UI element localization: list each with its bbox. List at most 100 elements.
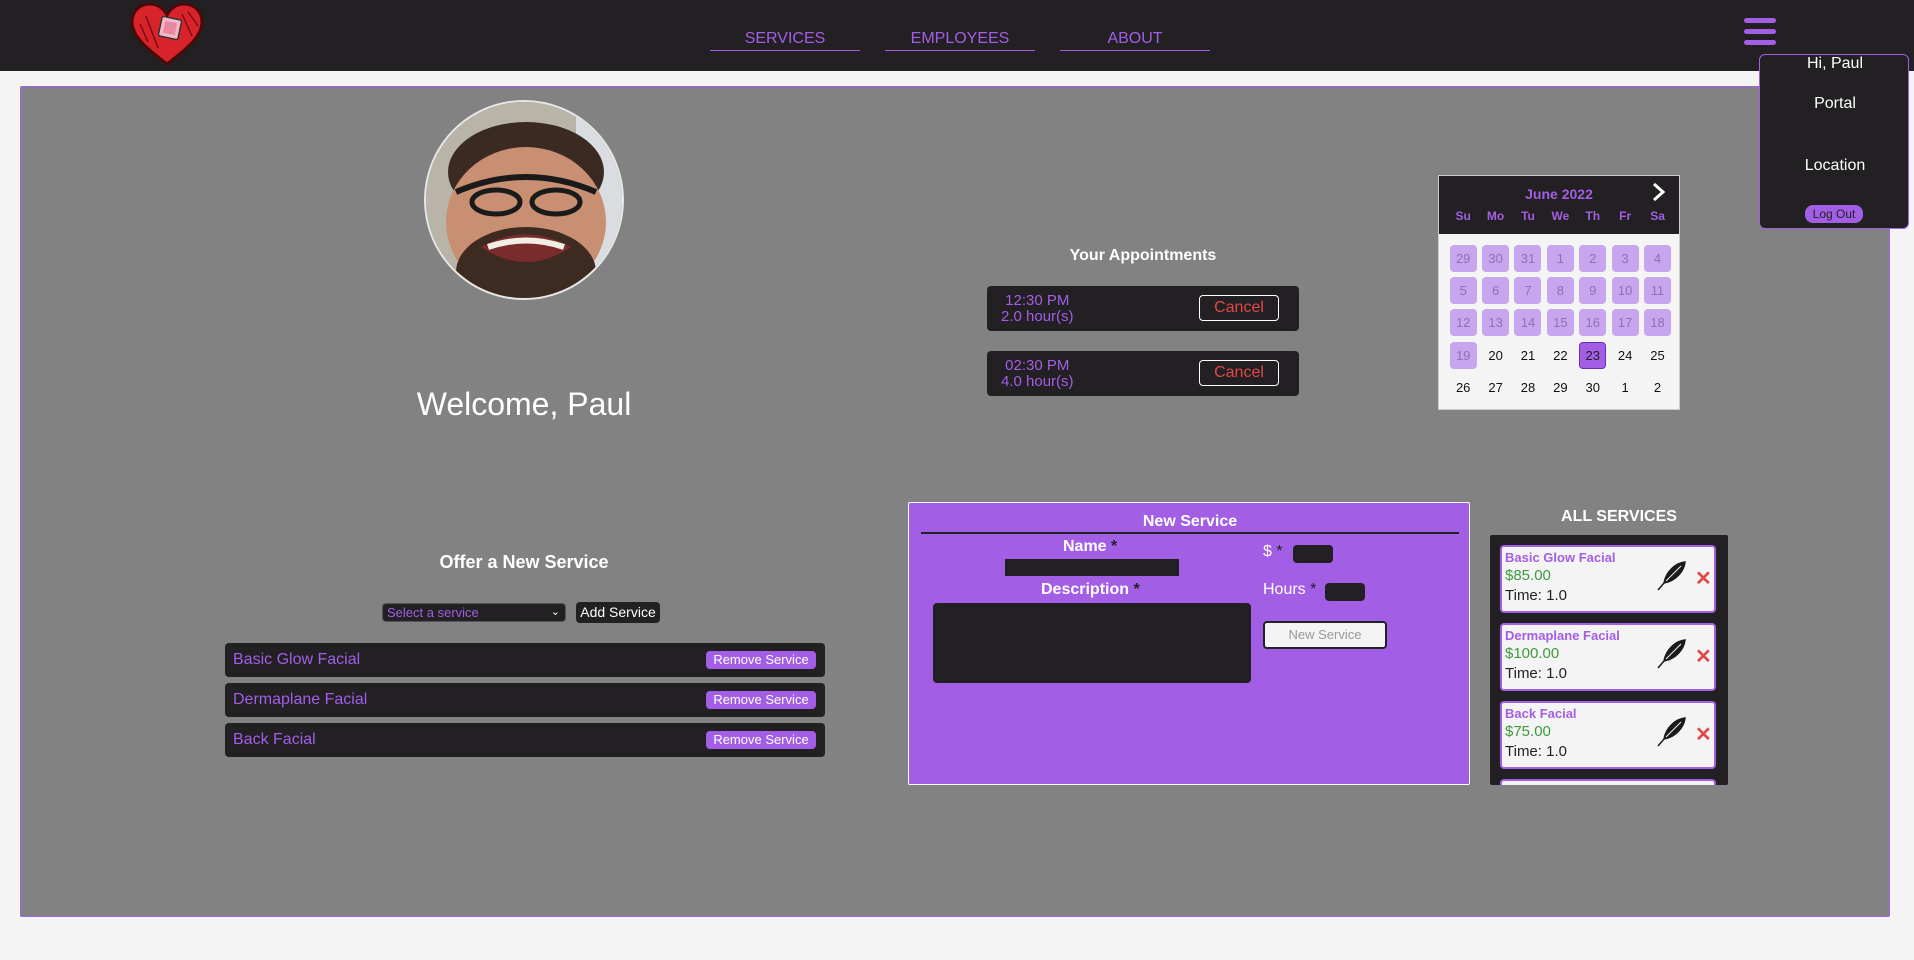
calendar-day[interactable]: 22 [1544, 339, 1576, 371]
cancel-appointment-button[interactable]: Cancel [1199, 360, 1279, 386]
calendar-day-number: 12 [1449, 309, 1477, 337]
appointment-card: 02:30 PM 4.0 hour(s) Cancel [987, 351, 1299, 396]
calendar-weekday: We [1551, 209, 1570, 223]
calendar-day[interactable]: 23 [1577, 339, 1609, 371]
hamburger-menu-icon[interactable] [1744, 18, 1776, 46]
calendar-day-number: 10 [1611, 277, 1639, 305]
hours-label-text: Hours [1263, 581, 1306, 598]
service-card: Basic Glow Facial $85.00 Time: 1.0 ✕ [1500, 545, 1716, 613]
calendar-day-number: 15 [1546, 309, 1574, 337]
service-card-partial [1500, 779, 1716, 785]
required-mark: * [1111, 538, 1118, 555]
calendar-day: 19 [1447, 339, 1479, 371]
remove-service-button[interactable]: Remove Service [706, 691, 816, 709]
service-card-price: $100.00 [1505, 645, 1560, 662]
calendar-day-number: 28 [1520, 380, 1536, 396]
hours-input[interactable] [1325, 583, 1365, 601]
name-label: Name * [1063, 538, 1117, 556]
service-select[interactable]: Select a service ⌄ [382, 603, 566, 622]
required-mark: * [1133, 581, 1140, 598]
calendar-day-number: 1 [1546, 244, 1574, 272]
calendar-day-number: 2 [1653, 380, 1662, 396]
calendar-day[interactable]: 2 [1641, 372, 1673, 404]
calendar-day: 12 [1447, 307, 1479, 339]
price-label-text: $ [1263, 543, 1272, 560]
appointment-info: 02:30 PM 4.0 hour(s) [1001, 358, 1074, 390]
calendar-day-number: 19 [1449, 341, 1477, 369]
delete-x-icon[interactable]: ✕ [1695, 569, 1712, 589]
chevron-right-icon[interactable] [1651, 182, 1667, 208]
calendar-day[interactable]: 28 [1512, 372, 1544, 404]
calendar-day-number: 29 [1449, 244, 1477, 272]
calendar-day-number: 27 [1488, 380, 1503, 396]
calendar-day[interactable]: 21 [1512, 339, 1544, 371]
name-input[interactable] [1005, 559, 1179, 576]
calendar-day-number: 30 [1482, 244, 1510, 272]
nav-services[interactable]: SERVICES [710, 28, 860, 51]
calendar-day[interactable]: 26 [1447, 372, 1479, 404]
cancel-appointment-button[interactable]: Cancel [1199, 295, 1279, 321]
calendar-day: 31 [1512, 242, 1544, 274]
calendar-day-number: 1 [1621, 380, 1629, 396]
offered-service-row: Back Facial Remove Service [225, 723, 825, 757]
calendar-grid: 29 30 31 1 2 3 4 5 6 7 8 9 10 11 12 13 14 15 16 17 18 19 20 21 2… [1447, 242, 1674, 404]
quill-edit-icon[interactable] [1654, 715, 1688, 749]
remove-service-button[interactable]: Remove Service [706, 651, 816, 669]
offered-service-name: Basic Glow Facial [233, 651, 361, 668]
required-mark: * [1276, 543, 1283, 560]
calendar-day: 18 [1641, 307, 1673, 339]
calendar-day: 10 [1609, 274, 1641, 306]
calendar-day[interactable]: 30 [1577, 372, 1609, 404]
calendar-day[interactable]: 24 [1609, 339, 1641, 371]
calendar-day: 16 [1577, 307, 1609, 339]
remove-service-button[interactable]: Remove Service [706, 731, 816, 749]
appointment-time: 02:30 PM [1005, 357, 1070, 374]
nav-about[interactable]: ABOUT [1060, 28, 1210, 51]
menu-item-portal[interactable]: Portal [1760, 95, 1910, 113]
price-input[interactable] [1293, 545, 1333, 563]
service-card-name: Dermaplane Facial [1505, 628, 1620, 643]
calendar-day-number: 30 [1585, 380, 1600, 396]
calendar-day-number: 26 [1455, 380, 1471, 396]
chevron-down-icon: ⌄ [550, 606, 560, 618]
service-card-price: $75.00 [1505, 723, 1551, 740]
calendar-day[interactable]: 1 [1609, 372, 1641, 404]
calendar-day-number: 21 [1520, 347, 1536, 363]
delete-x-icon[interactable]: ✕ [1695, 647, 1712, 667]
calendar-day-number: 20 [1488, 347, 1503, 363]
add-service-button[interactable]: Add Service [576, 602, 660, 623]
calendar-weekday: Tu [1521, 209, 1535, 223]
new-service-submit-button[interactable]: New Service [1263, 621, 1387, 649]
description-textarea[interactable] [933, 603, 1251, 683]
delete-x-icon[interactable]: ✕ [1695, 725, 1712, 745]
calendar-day[interactable]: 20 [1479, 339, 1511, 371]
calendar-day[interactable]: 27 [1479, 372, 1511, 404]
calendar-weekday: Th [1585, 209, 1601, 223]
service-card-time: Time: 1.0 [1505, 665, 1567, 682]
service-card-time: Time: 1.0 [1505, 743, 1567, 760]
calendar-day[interactable]: 25 [1641, 339, 1673, 371]
calendar-day-number: 31 [1514, 244, 1542, 272]
calendar-day-number: 3 [1611, 244, 1639, 272]
calendar-month-label: June 2022 [1525, 186, 1593, 202]
calendar-day: 30 [1479, 242, 1511, 274]
quill-edit-icon[interactable] [1654, 637, 1688, 671]
description-label-text: Description [1041, 581, 1130, 598]
calendar-day: 5 [1447, 274, 1479, 306]
user-greeting: Hi, Paul [1806, 55, 1864, 72]
calendar-day[interactable]: 29 [1544, 372, 1576, 404]
calendar-day-number: 8 [1546, 277, 1574, 305]
calendar-day-number: 13 [1482, 309, 1510, 337]
nav-employees[interactable]: EMPLOYEES [885, 28, 1035, 51]
time-prefix: Time: [1505, 587, 1542, 604]
heart-logo-icon[interactable] [128, 2, 206, 68]
menu-item-location[interactable]: Location [1760, 157, 1910, 175]
logout-button[interactable]: Log Out [1805, 205, 1863, 223]
description-label: Description * [1041, 581, 1140, 599]
calendar-day: 7 [1512, 274, 1544, 306]
calendar-day-number: 5 [1449, 277, 1477, 305]
quill-edit-icon[interactable] [1654, 559, 1688, 593]
all-services-title: ALL SERVICES [1561, 508, 1677, 525]
service-card-name: Back Facial [1505, 706, 1577, 721]
service-card-price: $85.00 [1505, 567, 1551, 584]
